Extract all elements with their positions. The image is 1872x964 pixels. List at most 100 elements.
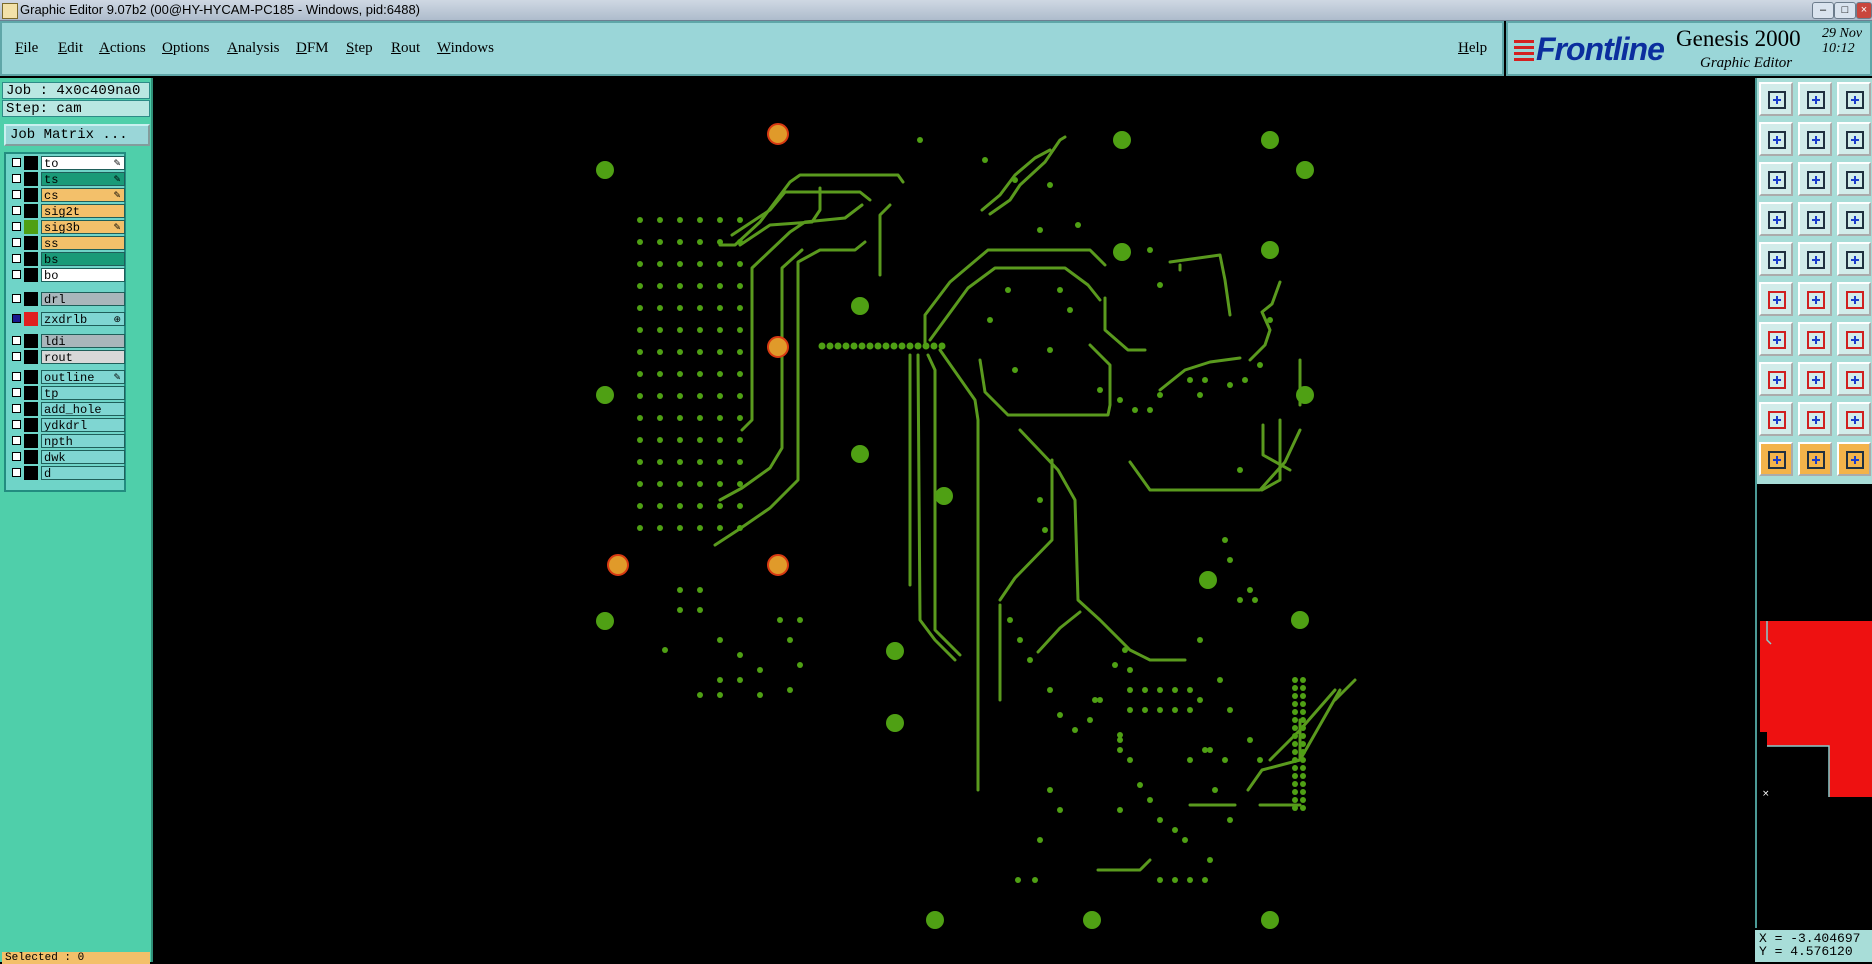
- route-icon[interactable]: [1837, 282, 1871, 316]
- menu-actions[interactable]: Actions: [99, 40, 146, 57]
- layer-row-ss[interactable]: ss: [8, 236, 125, 250]
- zoom-home-icon[interactable]: [1759, 82, 1793, 116]
- layer-color-swatch[interactable]: [24, 402, 38, 416]
- layer-name[interactable]: outline ✎: [41, 370, 125, 384]
- angle-icon[interactable]: [1759, 322, 1793, 356]
- layer-row-dwk[interactable]: dwk: [8, 450, 125, 464]
- menu-windows[interactable]: Windows: [437, 40, 494, 57]
- layer-name[interactable]: add_hole: [41, 402, 125, 416]
- zoom-out-icon[interactable]: [1798, 122, 1832, 156]
- layer-row-bo[interactable]: bo: [8, 268, 125, 282]
- layer-name[interactable]: tp: [41, 386, 125, 400]
- layer-checkbox[interactable]: [12, 254, 21, 263]
- rotate-icon[interactable]: [1837, 402, 1871, 436]
- layer-name[interactable]: drl: [41, 292, 125, 306]
- layer-name[interactable]: sig3b ✎: [41, 220, 125, 234]
- layer-color-swatch[interactable]: [24, 156, 38, 170]
- menu-options[interactable]: Options: [162, 40, 210, 57]
- layer-checkbox[interactable]: [12, 222, 21, 231]
- cut-icon[interactable]: [1798, 362, 1832, 396]
- cross-icon[interactable]: [1798, 282, 1832, 316]
- graphic-canvas[interactable]: [153, 78, 1755, 962]
- layer-row-bs[interactable]: bs: [8, 252, 125, 266]
- scale-1-2-icon[interactable]: [1837, 162, 1871, 196]
- menu-rout[interactable]: Rout: [391, 40, 420, 57]
- layer-row-drl[interactable]: drl: [8, 292, 125, 306]
- layer-row-tp[interactable]: tp: [8, 386, 125, 400]
- arc-icon[interactable]: [1837, 322, 1871, 356]
- layer-name[interactable]: ldi: [41, 334, 125, 348]
- layer-name[interactable]: ss: [41, 236, 125, 250]
- layer-color-swatch[interactable]: [24, 220, 38, 234]
- layer-checkbox[interactable]: [12, 420, 21, 429]
- layer-color-swatch[interactable]: [24, 450, 38, 464]
- layer-compare-icon[interactable]: [1837, 202, 1871, 236]
- layer-color-swatch[interactable]: [24, 434, 38, 448]
- flip-icon[interactable]: [1759, 402, 1793, 436]
- layer-row-npth[interactable]: npth: [8, 434, 125, 448]
- layer-checkbox[interactable]: [12, 452, 21, 461]
- maximize-button[interactable]: □: [1834, 2, 1856, 19]
- layer-color-swatch[interactable]: [24, 252, 38, 266]
- layer-color-swatch[interactable]: [24, 268, 38, 282]
- zoom-back-icon[interactable]: [1798, 82, 1832, 116]
- layer-color-swatch[interactable]: [24, 292, 38, 306]
- zoom-fit-icon[interactable]: [1837, 82, 1871, 116]
- measure-icon[interactable]: [1798, 202, 1832, 236]
- layer-checkbox[interactable]: [12, 372, 21, 381]
- layer-row-d[interactable]: d: [8, 466, 125, 480]
- menu-file[interactable]: File: [15, 40, 38, 57]
- layer-name[interactable]: dwk: [41, 450, 125, 464]
- select-box-icon[interactable]: [1798, 442, 1832, 476]
- net-icon[interactable]: [1759, 282, 1793, 316]
- layer-row-cs[interactable]: cs ✎: [8, 188, 125, 202]
- layer-color-swatch[interactable]: [24, 312, 38, 326]
- menu-help[interactable]: Help: [1458, 40, 1487, 57]
- layer-color-swatch[interactable]: [24, 418, 38, 432]
- layer-name[interactable]: bo: [41, 268, 125, 282]
- layer-row-ts[interactable]: ts ✎: [8, 172, 125, 186]
- fit-profile-icon[interactable]: [1759, 162, 1793, 196]
- layer-color-swatch[interactable]: [24, 466, 38, 480]
- layer-name[interactable]: rout: [41, 350, 125, 364]
- line-icon[interactable]: [1798, 322, 1832, 356]
- mirror-icon[interactable]: [1798, 402, 1832, 436]
- layer-row-outline[interactable]: outline ✎: [8, 370, 125, 384]
- layer-row-sig3b[interactable]: sig3b ✎: [8, 220, 125, 234]
- layer-checkbox[interactable]: [12, 404, 21, 413]
- layer-row-ydkdrl[interactable]: ydkdrl: [8, 418, 125, 432]
- layer-row-add-hole[interactable]: add_hole: [8, 402, 125, 416]
- copy-icon[interactable]: [1759, 242, 1793, 276]
- select-region-icon[interactable]: [1837, 442, 1871, 476]
- layer-color-swatch[interactable]: [24, 350, 38, 364]
- ruler-icon[interactable]: [1837, 242, 1871, 276]
- layer-checkbox[interactable]: [12, 336, 21, 345]
- layer-name[interactable]: cs ✎: [41, 188, 125, 202]
- layer-row-ldi[interactable]: ldi: [8, 334, 125, 348]
- layer-row-to[interactable]: to ✎: [8, 156, 125, 170]
- layer-checkbox[interactable]: [12, 436, 21, 445]
- layer-name[interactable]: sig2t: [41, 204, 125, 218]
- layer-name[interactable]: npth: [41, 434, 125, 448]
- layer-checkbox[interactable]: [12, 238, 21, 247]
- layer-name[interactable]: d: [41, 466, 125, 480]
- menu-analysis[interactable]: Analysis: [227, 40, 280, 57]
- close-button[interactable]: ×: [1856, 2, 1872, 19]
- layer-checkbox[interactable]: [12, 314, 21, 323]
- layer-checkbox[interactable]: [12, 190, 21, 199]
- layer-color-swatch[interactable]: [24, 172, 38, 186]
- layer-color-swatch[interactable]: [24, 334, 38, 348]
- layer-checkbox[interactable]: [12, 294, 21, 303]
- select-icon[interactable]: [1759, 442, 1793, 476]
- layer-color-swatch[interactable]: [24, 204, 38, 218]
- layer-checkbox[interactable]: [12, 158, 21, 167]
- layer-name[interactable]: zxdrlb ⊕: [41, 312, 125, 326]
- layer-row-sig2t[interactable]: sig2t: [8, 204, 125, 218]
- layer-name[interactable]: ydkdrl: [41, 418, 125, 432]
- layer-color-swatch[interactable]: [24, 386, 38, 400]
- menu-edit[interactable]: Edit: [58, 40, 83, 57]
- zoom-in-icon[interactable]: [1759, 122, 1793, 156]
- layer-name[interactable]: ts ✎: [41, 172, 125, 186]
- layer-color-swatch[interactable]: [24, 188, 38, 202]
- layer-name[interactable]: to ✎: [41, 156, 125, 170]
